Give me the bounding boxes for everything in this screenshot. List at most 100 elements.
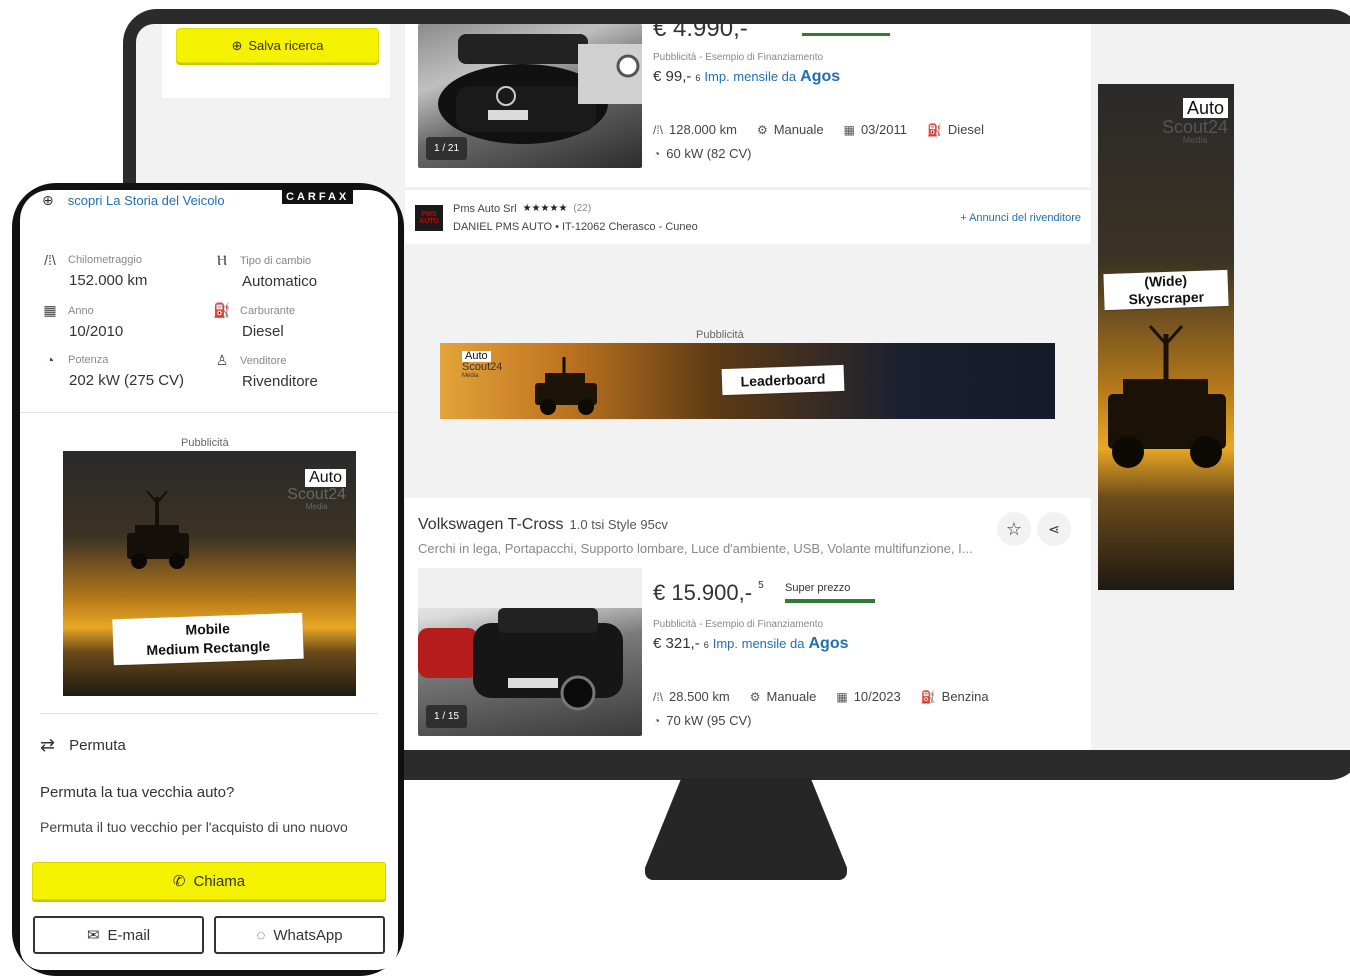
agos-logo: Agos — [800, 68, 841, 85]
phone-icon: ✆ — [172, 873, 186, 890]
trade-in-title: Permuta — [69, 737, 126, 754]
search-save-icon: ⊕ — [231, 37, 243, 53]
email-button[interactable]: ✉ E-mail — [33, 916, 204, 954]
gauge-icon: ◔ — [653, 713, 661, 728]
gauge-icon: ◔ — [653, 146, 661, 161]
calendar-icon: ▦ — [843, 122, 855, 137]
history-link-label: scopri La Storia del Veicolo — [67, 193, 225, 208]
spec-value: Rivenditore — [242, 373, 318, 390]
whatsapp-button[interactable]: ◌ WhatsApp — [214, 916, 385, 954]
gauge-icon: ◔ — [45, 352, 55, 368]
dealer-address: DANIEL PMS AUTO • IT-12062 Cherasco - Cu… — [453, 221, 698, 233]
history-link[interactable]: ⊕ scopri La Storia del Veicolo — [42, 192, 225, 209]
spec-year: ▦ Anno 10/2010 — [40, 302, 123, 340]
image-counter: 1 / 15 — [426, 705, 468, 728]
gearbox: Manuale — [766, 689, 817, 704]
spec-label: Chilometraggio — [68, 254, 142, 266]
listing-price: € 15.900,- — [653, 580, 753, 605]
brand-scout24: Scout24 — [462, 361, 503, 373]
dealer-row: PMS AUTO Pms Auto Srl ★★★★★ (22) DANIEL … — [405, 189, 1091, 244]
listing-image[interactable]: 1 / 21 — [418, 24, 642, 168]
road-icon: /⁞\ — [653, 122, 664, 137]
jeep-graphic — [127, 491, 189, 569]
trade-in-header: ⇄ Permuta — [40, 735, 126, 756]
listing-card[interactable]: 1 / 21 € 4.990,- Pubblicità - Esempio di… — [405, 24, 1091, 187]
spec-value: Automatico — [242, 273, 318, 290]
spec-gearbox: Ⲏ Tipo di cambio Automatico — [212, 252, 317, 290]
listing-price-row: € 15.900,- 5 — [653, 580, 764, 606]
spec-label: Anno — [68, 304, 94, 317]
brand-media: Media — [1182, 135, 1208, 145]
listing-card[interactable]: Volkswagen T-Cross 1.0 tsi Style 95cv Ce… — [405, 498, 1091, 750]
road-icon: /⁞\ — [653, 689, 664, 704]
ad-text: Mobile Medium Rectangle — [112, 612, 304, 666]
registration-date: 10/2023 — [853, 689, 901, 704]
whatsapp-icon: ◌ — [256, 926, 266, 944]
monitor-stand — [645, 778, 847, 880]
mileage: 128.000 km — [669, 122, 737, 137]
dealer-name-row: Pms Auto Srl ★★★★★ (22) — [453, 203, 591, 215]
ad-label: Pubblicità — [696, 329, 744, 341]
footnote-ref: 5 — [758, 580, 764, 591]
whatsapp-label: WhatsApp — [273, 926, 343, 944]
dealer-name[interactable]: Pms Auto Srl — [453, 203, 517, 215]
spec-value: Diesel — [242, 323, 284, 340]
make-model: Volkswagen T-Cross — [418, 516, 564, 533]
gearbox-icon: Ⲏ — [217, 252, 227, 268]
power: 70 kW (95 CV) — [666, 713, 752, 728]
skyscraper-ad[interactable]: Auto Scout24 Media (Wide) Skyscraper — [1098, 84, 1234, 590]
favorite-star-icon[interactable]: ☆ — [997, 512, 1031, 546]
footnote-ref: 6 — [695, 73, 701, 83]
listing-power: ◔ 70 kW (95 CV) — [653, 713, 752, 728]
rating-stars: ★★★★★ — [522, 203, 568, 214]
listing-specs: /⁞\ 128.000 km ⚙ Manuale ▦ 03/2011 ⛽ Diesel — [653, 122, 984, 137]
person-icon: ♙ — [215, 352, 229, 368]
carfax-logo: CARFAX — [282, 190, 354, 204]
price-rating-bar — [785, 599, 875, 603]
fuel-type: Diesel — [947, 122, 985, 137]
monthly-text: Imp. mensile da — [704, 69, 797, 84]
spec-value: 10/2010 — [69, 323, 124, 340]
listing-specs: /⁞\ 28.500 km ⚙ Manuale ▦ 10/2023 ⛽ Benzina — [653, 689, 989, 704]
listing-title[interactable]: Volkswagen T-Cross 1.0 tsi Style 95cv — [418, 516, 668, 534]
spec-label: Carburante — [240, 304, 296, 317]
spec-value: 202 kW (275 CV) — [69, 372, 185, 389]
super-price-badge: Super prezzo — [785, 582, 851, 594]
gearbox-icon: ⚙ — [749, 689, 761, 704]
spec-power: ◔ Potenza 202 kW (275 CV) — [40, 352, 184, 389]
mobile-rectangle-ad[interactable]: Auto Scout24 Media Mobile Medium Rectang… — [63, 451, 356, 696]
fuel-icon: ⛽ — [920, 689, 936, 704]
footnote-ref: 6 — [703, 640, 709, 650]
spec-label: Tipo di cambio — [240, 254, 312, 267]
call-button[interactable]: ✆ Chiama — [32, 862, 386, 900]
listing-image[interactable]: 1 / 15 — [418, 568, 642, 736]
save-search-button[interactable]: ⊕ Salva ricerca — [176, 28, 379, 63]
dealer-listings-link[interactable]: + Annunci del rivenditore — [960, 212, 1081, 224]
financing-line[interactable]: € 99,- 6 Imp. mensile da Agos — [653, 68, 840, 86]
power: 60 kW (82 CV) — [666, 146, 752, 161]
share-icon[interactable]: ⋖ — [1037, 512, 1071, 546]
brand-media: Media — [462, 373, 479, 379]
spec-fuel: ⛽ Carburante Diesel — [212, 302, 295, 340]
trade-in-question: Permuta la tua vecchia auto? — [40, 784, 235, 801]
phone-screen: ⊕ scopri La Storia del Veicolo CARFAX /⁞… — [20, 190, 398, 970]
version: 1.0 tsi Style 95cv — [569, 517, 668, 532]
call-label: Chiama — [193, 872, 246, 890]
brand-auto: Auto — [305, 469, 346, 487]
financing-label: Pubblicità - Esempio di Finanziamento — [653, 52, 824, 63]
financing-label: Pubblicità - Esempio di Finanziamento — [653, 619, 824, 630]
spec-label: Potenza — [68, 354, 109, 366]
fuel-icon: ⛽ — [213, 302, 231, 318]
financing-line[interactable]: € 321,- 6 Imp. mensile da Agos — [653, 635, 848, 653]
feature-list: Cerchi in lega, Portapacchi, Supporto lo… — [418, 541, 973, 556]
price-rating-bar — [802, 33, 890, 36]
leaderboard-ad[interactable]: Auto Scout24 Media Leaderboard — [440, 343, 1055, 419]
review-count: (22) — [573, 203, 592, 214]
brand-scout24: Scout24 — [287, 486, 346, 503]
leaderboard-text: Leaderboard — [721, 364, 845, 396]
monthly-text: Imp. mensile da — [712, 636, 805, 651]
calendar-icon: ▦ — [43, 302, 57, 318]
plus-circle-icon: ⊕ — [42, 192, 54, 208]
monthly-price: € 99,- — [653, 68, 692, 85]
mail-icon: ✉ — [86, 927, 100, 944]
